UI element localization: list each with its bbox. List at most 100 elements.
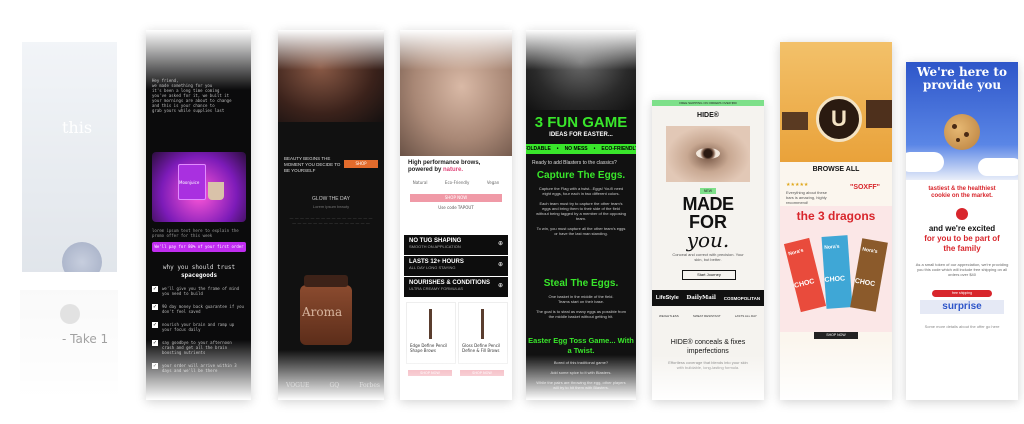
email-preview-spacegoods[interactable]: Hey friend, we made something for you it… xyxy=(146,30,251,400)
footer-text: Some more details about the offer go her… xyxy=(924,324,1000,329)
product-panel-2[interactable]: Gloss Define Pencil Define & Fill Brows xyxy=(458,302,508,364)
email-preview-1b[interactable]: - Take 1 xyxy=(20,290,118,400)
hero-title: We're here to provide you xyxy=(917,65,1007,92)
press-cosmo: COSMOPOLITAN xyxy=(723,295,761,301)
press-row: VOGUE GQ Forbes xyxy=(286,382,380,389)
feature-1[interactable]: NO TUG SHAPING SMOOTH ON APPLICATION ⊕ xyxy=(404,235,508,255)
jar-lid xyxy=(304,275,348,287)
body-text: lorem ipsum text here to explain the pro… xyxy=(152,228,239,238)
bottom-title: HIDE® conceals & fixes imperfections xyxy=(670,339,746,355)
headline: High performance brows, powered by natur… xyxy=(408,160,481,173)
intro-text: Hey friend, we made something for you it… xyxy=(152,78,232,113)
email-preview-hide[interactable]: FREE SHIPPING ON ORDERS OVER $50 HIDE® N… xyxy=(652,100,764,400)
product-name: Moonjuice xyxy=(179,180,200,185)
icon-row: Natural Eco-Friendly Vegan xyxy=(404,180,508,185)
subhead: GLOW THE DAY xyxy=(312,196,350,202)
card1-tail: - Take 1 xyxy=(62,332,109,346)
mug-icon xyxy=(208,182,224,200)
product-label: Aroma xyxy=(302,305,343,319)
game3-title: Easter Egg Toss Game... With a Twist. xyxy=(528,336,634,355)
email-preview-cookie[interactable]: We're here to provide you tastiest & the… xyxy=(906,62,1018,400)
smile-icon xyxy=(956,208,968,220)
product-jar: Aroma xyxy=(300,275,352,345)
email-preview-1[interactable]: this xyxy=(22,42,117,272)
expand-icon[interactable]: ⊕ xyxy=(498,261,503,268)
pencil-image xyxy=(429,309,432,339)
browse-all[interactable]: BROWSE ALL xyxy=(780,166,892,173)
eye-icon xyxy=(696,148,720,159)
body-copy: — — — — — — — — — — — — — — — — — — — — … xyxy=(289,216,373,226)
headline-box: High performance brows, powered by natur… xyxy=(404,156,508,212)
gray-circle-icon xyxy=(60,304,80,324)
eye-image xyxy=(666,126,750,182)
offer-button[interactable]: We'll pay for 80% of your first order xyxy=(152,242,246,252)
press-gq: GQ xyxy=(329,382,340,389)
logo-badge: U xyxy=(816,96,862,142)
check-icon: ✓ xyxy=(152,286,158,292)
feature-3[interactable]: NOURISHES & CONDITIONS ULTRA CREAMY FORM… xyxy=(404,277,508,297)
stars: ★★★★★ xyxy=(786,182,809,188)
list-item: ✓ we'll give you the frame of mind you n… xyxy=(152,286,240,296)
hero-portrait xyxy=(278,30,384,122)
review-text: Everything about these bars is amazing, … xyxy=(786,190,827,205)
top-banner: FREE SHIPPING ON ORDERS OVER $50 xyxy=(652,100,764,106)
start-journey-button[interactable]: Start Journey xyxy=(682,270,736,280)
title-you: you. xyxy=(686,228,730,252)
list-item: ✓ your order will arrive within 3 days a… xyxy=(152,363,237,373)
tagline: tastiest & the healthiest cookie on the … xyxy=(928,186,996,199)
expand-icon[interactable]: ⊕ xyxy=(498,240,503,247)
check-icon: ✓ xyxy=(152,322,158,328)
check-icon: ✓ xyxy=(152,363,158,369)
check-icon: ✓ xyxy=(152,340,158,346)
product-cta-1[interactable]: SHOP NOW xyxy=(408,370,452,376)
email-showcase: this - Take 1 Hey friend, we made someth… xyxy=(0,0,1024,424)
hero-headline: BEAUTY BEGINS THE MOMENT YOU DECIDE TO B… xyxy=(284,156,341,173)
press-lifestyle: LifeStyle xyxy=(655,295,679,301)
email-preview-brows[interactable]: High performance brows, powered by natur… xyxy=(400,30,512,400)
feature-2[interactable]: LASTS 12+ HOURS ALL DAY LONG STAYING ⊕ xyxy=(404,256,508,276)
press-bar: LifeStyle DailyMail COSMOPOLITAN xyxy=(652,290,764,306)
pencil-image xyxy=(481,309,484,339)
product-hero: Moonjuice xyxy=(152,152,246,222)
list-item: ✓ nourish your brain and ramp up your fo… xyxy=(152,322,235,332)
game2-title: Steal The Eggs. xyxy=(543,278,619,289)
game1-text: Capture the Flag with a twist...Eggs! Yo… xyxy=(536,186,626,236)
feature-strip: WEIGHTLESS SWEAT RESISTANT LASTS ALL DAY xyxy=(659,314,757,318)
body-text: As a small token of our appreciation, we… xyxy=(915,262,1009,277)
excited-text: and we're excited for you to be part of … xyxy=(924,224,1000,253)
game1-title: Capture The Eggs. xyxy=(536,170,626,181)
shop-button[interactable]: SHOP xyxy=(344,160,378,168)
cloud-left xyxy=(906,152,944,172)
card1-heading: this xyxy=(62,118,93,137)
shop-now-button[interactable]: SHOP NOW xyxy=(814,332,858,339)
email-preview-easter[interactable]: 3 FUN GAME IDEAS FOR EASTER... FOLDABLE •… xyxy=(526,30,636,400)
bottom-text: Effortless coverage that blends into you… xyxy=(668,360,748,370)
email-preview-beauty[interactable]: BEAUTY BEGINS THE MOMENT YOU DECIDE TO B… xyxy=(278,30,384,400)
list-item: ✓ 90 day money back guarantee if you don… xyxy=(152,304,244,314)
bar-2: Nora's CHOC xyxy=(821,235,853,309)
brand-name: spacegoods xyxy=(180,272,218,279)
free-shipping-pill[interactable]: free shipping xyxy=(932,290,992,297)
game3-text: Bored of this traditional game? Add some… xyxy=(536,360,626,390)
product-cta-2[interactable]: SHOP NOW xyxy=(460,370,504,376)
hero-desc: Conceal and correct with precision. Your… xyxy=(672,252,744,262)
promo-code: "SOXFF" xyxy=(850,184,880,191)
brownie-right xyxy=(866,100,892,128)
vegan-icon: Vegan xyxy=(486,180,500,185)
title-main: 3 FUN GAME xyxy=(534,114,628,131)
email-preview-choc[interactable]: U BROWSE ALL ★★★★★ Everything about thes… xyxy=(780,42,892,400)
cookie-image xyxy=(944,114,980,150)
press-dailymail: DailyMail xyxy=(686,295,717,301)
press-vogue: VOGUE xyxy=(286,382,310,389)
press-forbes: Forbes xyxy=(359,382,380,389)
cloud-right xyxy=(978,158,1018,176)
leaf-icon: Natural xyxy=(412,180,428,185)
game2-text: One basket in the middle of the field. T… xyxy=(536,294,626,319)
expand-icon[interactable]: ⊕ xyxy=(498,282,503,289)
globe-icon xyxy=(62,242,102,272)
shop-now-button[interactable]: SHOP NOW xyxy=(410,194,502,202)
sublabel: Lorem ipsum beauty xyxy=(312,204,350,209)
title-sub: IDEAS FOR EASTER... xyxy=(549,132,613,138)
section-title: why you should trust xyxy=(162,264,236,271)
product-panel-1[interactable]: Edge Define Pencil Shape Brows xyxy=(406,302,456,364)
